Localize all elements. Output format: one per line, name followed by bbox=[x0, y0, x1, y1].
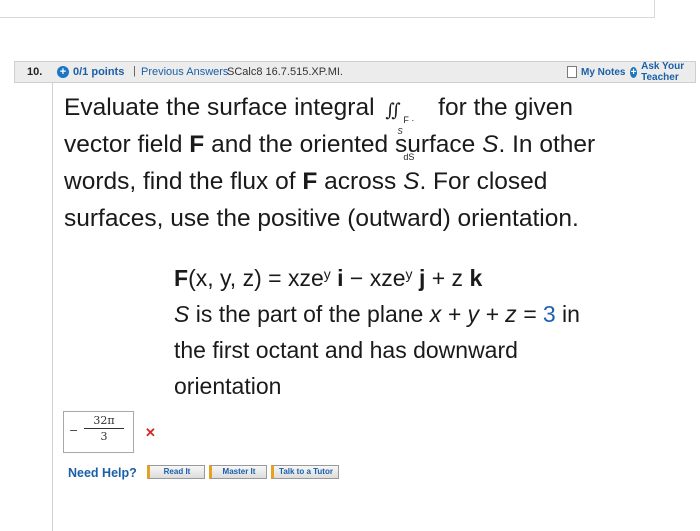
ask-teacher-button[interactable]: + Ask Your Teacher bbox=[630, 61, 695, 83]
question-line2-mid: and the oriented surface bbox=[211, 131, 476, 158]
formula-line3: the first octant and has downward bbox=[174, 337, 518, 363]
left-divider bbox=[52, 83, 53, 531]
surface-integral-symbol: ∬ F · dS S bbox=[385, 95, 427, 162]
answer-fraction: 32π 3 bbox=[84, 414, 124, 443]
talk-to-tutor-button[interactable]: Talk to a Tutor bbox=[271, 465, 339, 479]
formula-surface-text: is the part of the plane bbox=[189, 301, 430, 327]
question-line1-start: Evaluate the surface integral bbox=[64, 94, 375, 121]
answer-sign: − bbox=[69, 424, 79, 437]
incorrect-x-icon: ✕ bbox=[145, 425, 156, 440]
formula-plane: x + y + z = bbox=[429, 301, 543, 327]
formula-line4: orientation bbox=[174, 373, 282, 399]
problem-formula: F(x, y, z) = xzey i − xzey j + z k S is … bbox=[174, 260, 664, 404]
formula-plus: + z bbox=[425, 265, 470, 291]
question-text: Evaluate the surface integral ∬ F · dS S… bbox=[64, 89, 684, 237]
formula-plane-value: 3 bbox=[542, 301, 556, 327]
formula-exp2: y bbox=[405, 266, 413, 282]
read-it-button[interactable]: Read It bbox=[147, 465, 205, 479]
need-help-label: Need Help? bbox=[68, 466, 137, 480]
question-line4: surfaces, use the positive (outward) ori… bbox=[64, 205, 579, 232]
question-line3-start: words, find the flux of bbox=[64, 168, 296, 195]
integral-body: F · dS bbox=[403, 114, 415, 162]
my-notes-button[interactable]: My Notes bbox=[567, 64, 625, 80]
previous-question-frame bbox=[0, 0, 655, 18]
question-number: 10. bbox=[27, 66, 43, 78]
question-line2-end: . In other bbox=[498, 131, 596, 158]
ask-teacher-label: Ask Your Teacher bbox=[641, 61, 685, 83]
master-it-button[interactable]: Master It bbox=[209, 465, 267, 479]
previous-answers-link[interactable]: Previous Answers bbox=[141, 66, 228, 78]
answer-numerator: 32π bbox=[84, 414, 124, 429]
vector-field-symbol: F bbox=[189, 131, 205, 158]
formula-surface-S: S bbox=[174, 301, 190, 327]
my-notes-label: My Notes bbox=[581, 66, 626, 78]
question-line3-end: . For closed bbox=[419, 168, 548, 195]
header-separator: | bbox=[133, 65, 136, 77]
question-line3-mid: across bbox=[324, 168, 397, 195]
formula-exp1: y bbox=[323, 266, 331, 282]
formula-surface-end: in bbox=[555, 301, 580, 327]
integral-subscript: S bbox=[397, 126, 403, 136]
notes-icon bbox=[567, 66, 577, 78]
question-line2-start: vector field bbox=[64, 131, 183, 158]
points-label[interactable]: 0/1 points bbox=[73, 66, 124, 78]
vector-field-symbol-2: F bbox=[302, 168, 318, 195]
formula-args: (x, y, z) = xze bbox=[188, 265, 324, 291]
formula-minus: − xze bbox=[343, 265, 406, 291]
answer-denominator: 3 bbox=[100, 430, 108, 443]
answer-input[interactable]: − 32π 3 bbox=[63, 411, 134, 453]
formula-F: F bbox=[174, 265, 189, 291]
question-line1-end: for the given bbox=[438, 94, 573, 121]
formula-k: k bbox=[469, 265, 483, 291]
problem-code: SCalc8 16.7.515.XP.MI. bbox=[227, 66, 343, 78]
points-expand-icon[interactable]: + bbox=[57, 66, 69, 78]
plus-icon: + bbox=[630, 66, 638, 78]
question-header: 10. + 0/1 points | Previous Answers SCal… bbox=[14, 61, 696, 83]
surface-symbol: S bbox=[482, 131, 499, 158]
